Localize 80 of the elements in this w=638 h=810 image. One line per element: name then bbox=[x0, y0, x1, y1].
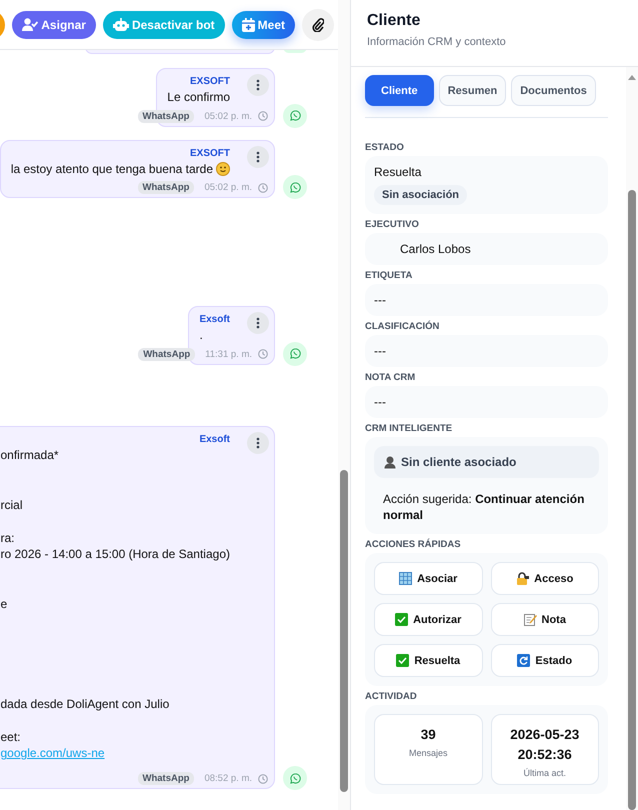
section-label: EJECUTIVO bbox=[365, 219, 420, 230]
channel-badge: WhatsApp bbox=[138, 348, 196, 361]
field-value: --- bbox=[365, 386, 608, 418]
attach-button[interactable] bbox=[302, 8, 334, 40]
tab[interactable]: Resumen bbox=[438, 75, 506, 106]
section-label: NOTA CRM bbox=[365, 372, 416, 383]
suggested-action: Acción sugerida: Continuar atención normal bbox=[382, 491, 586, 524]
clock-icon bbox=[258, 111, 268, 122]
message-text: la estoy atento que tenga buena tarde bbox=[10, 160, 213, 178]
robot-icon bbox=[112, 18, 129, 32]
tab[interactable]: Cliente bbox=[365, 75, 434, 106]
whatsapp-icon bbox=[290, 182, 300, 193]
channel-badge: WhatsApp bbox=[138, 181, 194, 194]
stat-value: 39 bbox=[420, 726, 437, 744]
calendar-icon bbox=[242, 18, 255, 32]
more-options-button[interactable] bbox=[247, 146, 269, 168]
stat-label: Última act. bbox=[522, 768, 567, 778]
more-options-button[interactable] bbox=[247, 74, 269, 96]
toolbar-button[interactable]: Meet bbox=[232, 10, 295, 38]
clock-icon bbox=[258, 349, 268, 360]
field-value: --- bbox=[365, 335, 608, 367]
whatsapp-icon bbox=[290, 348, 300, 360]
smiley-icon bbox=[216, 162, 230, 176]
panel-subtitle: Información CRM y contexto bbox=[367, 36, 507, 48]
sender-name: EXSOFT bbox=[188, 146, 230, 161]
more-options-button[interactable] bbox=[247, 312, 269, 334]
stat-value: 2026-05-23 20:52:36 bbox=[509, 726, 580, 764]
scrollbar[interactable] bbox=[338, 0, 350, 810]
section-label: ESTADO bbox=[365, 142, 405, 153]
refresh-icon bbox=[517, 654, 530, 667]
clock-icon bbox=[258, 182, 268, 193]
building-icon bbox=[399, 572, 412, 585]
field-value: --- bbox=[365, 284, 608, 316]
checkbox-icon bbox=[395, 613, 408, 626]
association-badge: Sin asociación bbox=[374, 185, 468, 205]
quick-action-button[interactable]: Autorizar bbox=[374, 603, 482, 636]
panel-title: Cliente bbox=[367, 11, 422, 31]
sender-name: Exsoft bbox=[198, 432, 230, 447]
note-icon bbox=[524, 613, 537, 626]
message-time: 08:52 p. m. bbox=[204, 773, 252, 784]
message-time: 05:02 p. m. bbox=[204, 182, 252, 194]
channel-badge: WhatsApp bbox=[138, 772, 194, 786]
quick-action-button[interactable]: Nota bbox=[490, 603, 599, 636]
scrollbar[interactable] bbox=[626, 67, 638, 810]
status-value: Resuelta bbox=[374, 165, 422, 179]
user-check-icon bbox=[22, 18, 38, 31]
more-icon bbox=[256, 436, 260, 449]
more-icon bbox=[256, 317, 260, 330]
more-icon bbox=[256, 79, 260, 91]
section-label: ETIQUETA bbox=[365, 270, 414, 281]
more-options-button[interactable] bbox=[247, 432, 269, 454]
whatsapp-icon bbox=[290, 772, 300, 784]
message-time: 05:02 p. m. bbox=[204, 110, 252, 122]
lock-icon bbox=[516, 572, 530, 585]
person-bust-icon bbox=[383, 455, 397, 469]
section-label: CRM INTELIGENTE bbox=[365, 423, 454, 434]
clock-icon bbox=[258, 774, 268, 784]
message-text: . bbox=[199, 327, 204, 344]
message-text: Le confirmo bbox=[167, 89, 230, 106]
message-text: onfirmada* rcial ra: ro 2026 - 14:00 a 15:00 (Hora de Santiago) e dada desde DoliAgent con Julio eet: bbox=[0, 446, 230, 746]
stat-label: Mensajes bbox=[408, 748, 449, 758]
section-label: ACTIVIDAD bbox=[365, 691, 418, 702]
quick-action-button[interactable]: Asociar bbox=[374, 562, 482, 595]
section-label: CLASIFICACIÓN bbox=[365, 321, 440, 332]
sender-name: Exsoft bbox=[199, 313, 230, 328]
message-time: 11:31 p. m. bbox=[205, 348, 252, 360]
section-label: ACCIONES RÁPIDAS bbox=[365, 539, 462, 550]
more-icon bbox=[256, 150, 260, 163]
whatsapp-icon bbox=[290, 110, 300, 122]
quick-action-button[interactable]: Estado bbox=[490, 644, 599, 677]
channel-badge: WhatsApp bbox=[138, 110, 194, 123]
quick-action-button[interactable]: Acceso bbox=[490, 562, 599, 595]
sender-name: EXSOFT bbox=[188, 75, 230, 89]
paperclip-icon bbox=[312, 18, 324, 32]
checkbox-icon bbox=[396, 654, 410, 667]
executive-field: Carlos Lobos bbox=[365, 233, 608, 265]
toolbar-button[interactable]: Asignar bbox=[12, 10, 96, 38]
notice-text: Sin cliente asociado bbox=[401, 455, 516, 469]
tab[interactable]: Documentos bbox=[511, 75, 596, 106]
quick-action-button[interactable]: Resuelta bbox=[374, 644, 482, 677]
